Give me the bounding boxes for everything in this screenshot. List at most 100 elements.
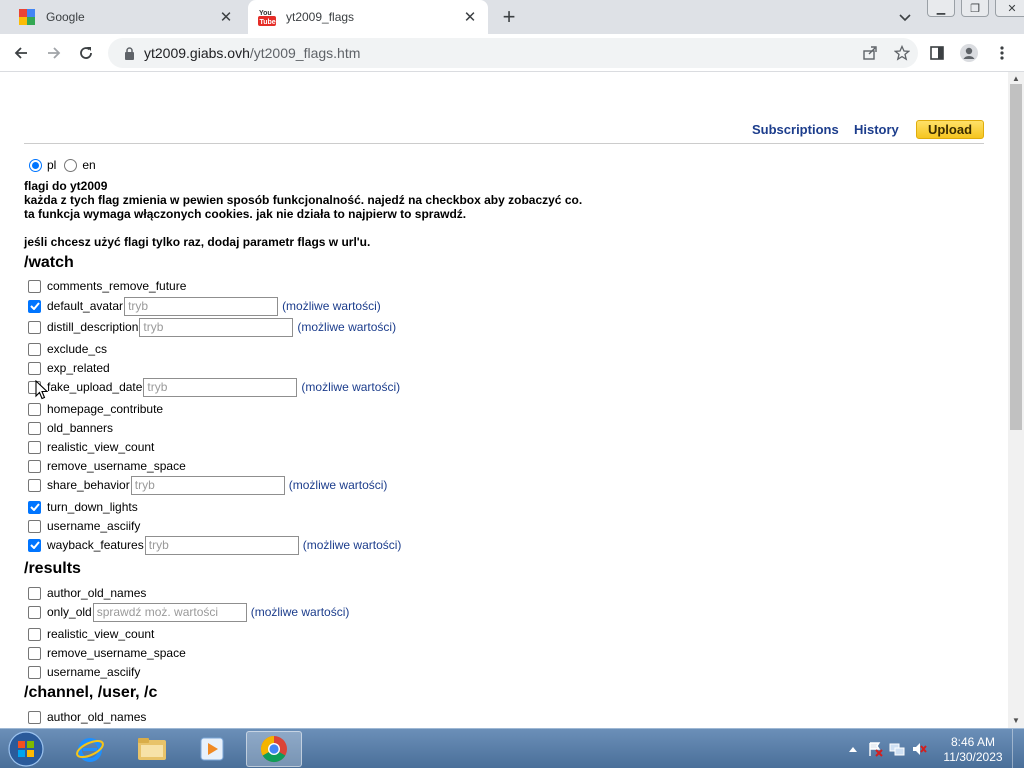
flag-checkbox[interactable] — [28, 710, 41, 724]
possible-values-link[interactable]: (możliwe wartości) — [303, 538, 402, 552]
flag-mode-input[interactable] — [143, 377, 298, 397]
taskbar-internet-explorer[interactable] — [62, 731, 118, 767]
possible-values-link[interactable]: (możliwe wartości) — [297, 320, 396, 334]
flag-checkbox[interactable] — [28, 402, 41, 416]
show-desktop-button[interactable] — [1012, 729, 1024, 768]
flag-checkbox[interactable] — [28, 361, 41, 375]
flag-checkbox[interactable] — [28, 320, 41, 334]
flag-checkbox[interactable] — [28, 421, 41, 435]
flag-checkbox[interactable] — [28, 538, 41, 552]
flag-checkbox[interactable] — [28, 342, 41, 356]
tab-search-chevron-icon[interactable] — [895, 8, 915, 28]
close-tab-icon[interactable]: ✕ — [216, 7, 236, 27]
flag-checkbox[interactable] — [28, 478, 41, 492]
scrollbar-thumb[interactable] — [1010, 84, 1022, 430]
flag-checkbox[interactable] — [28, 646, 41, 660]
flag-row: username_asciify — [28, 517, 140, 535]
section-heading-results: /results — [24, 560, 81, 577]
forward-arrow-icon[interactable] — [42, 41, 66, 65]
flag-checkbox[interactable] — [28, 299, 41, 313]
flag-label: exclude_cs — [47, 342, 108, 356]
flag-checkbox[interactable] — [28, 627, 41, 641]
action-center-flag-icon[interactable] — [864, 741, 886, 757]
flag-mode-input[interactable] — [92, 602, 247, 622]
mouse-cursor-icon — [35, 380, 49, 400]
possible-values-link[interactable]: (możliwe wartości) — [289, 478, 388, 492]
address-bar[interactable]: yt2009.giabs.ovh/yt2009_flags.htm — [108, 38, 918, 68]
possible-values-link[interactable]: (możliwe wartości) — [301, 380, 400, 394]
close-tab-icon[interactable]: ✕ — [460, 7, 480, 27]
radio-pl[interactable] — [29, 158, 42, 172]
taskbar-media-player[interactable] — [184, 731, 240, 767]
network-icon[interactable] — [886, 741, 908, 757]
upload-button[interactable]: Upload — [916, 120, 984, 139]
close-window-button[interactable]: ✕ — [995, 0, 1024, 17]
back-arrow-icon[interactable] — [9, 41, 33, 65]
flag-row: realistic_view_count — [28, 625, 154, 643]
youtube-favicon-icon: You Tube — [258, 8, 276, 26]
flag-label: fake_upload_date — [47, 380, 143, 394]
lock-icon[interactable] — [114, 46, 144, 60]
intro-text: flagi do yt2009 każda z tych flag zmieni… — [24, 179, 582, 249]
volume-muted-icon[interactable] — [908, 741, 930, 757]
subscriptions-link[interactable]: Subscriptions — [752, 122, 839, 137]
more-menu-icon[interactable] — [990, 41, 1014, 65]
flag-checkbox[interactable] — [28, 586, 41, 600]
flag-row: fake_upload_date (możliwe wartości) — [28, 377, 400, 397]
tab-strip: Google ✕ You Tube yt2009_flags ✕ + ▁ ❐ ✕ — [0, 0, 1024, 34]
taskbar-chrome[interactable] — [246, 731, 302, 767]
internet-explorer-icon — [76, 738, 104, 762]
flag-row: username_asciify — [28, 663, 140, 681]
flag-label: distill_description — [47, 320, 139, 334]
flag-row: old_banners — [28, 419, 113, 437]
possible-values-link[interactable]: (możliwe wartości) — [251, 605, 350, 619]
flag-checkbox[interactable] — [28, 500, 41, 514]
flag-checkbox[interactable] — [28, 279, 41, 293]
flag-label: realistic_view_count — [47, 440, 155, 454]
flag-mode-input[interactable] — [139, 317, 294, 337]
radio-en[interactable] — [64, 158, 78, 172]
svg-text:Tube: Tube — [260, 19, 276, 26]
new-tab-button[interactable]: + — [497, 4, 521, 29]
flag-row: remove_username_space — [28, 457, 186, 475]
page-viewport: Subscriptions History Upload pl en flagi… — [0, 72, 1008, 728]
share-icon[interactable] — [854, 45, 886, 61]
side-panel-icon[interactable] — [925, 41, 949, 65]
reload-icon[interactable] — [74, 41, 98, 65]
taskbar-file-explorer[interactable] — [124, 731, 180, 767]
profile-avatar-icon[interactable] — [957, 41, 981, 65]
scroll-up-icon[interactable]: ▲ — [1012, 74, 1020, 83]
taskbar-clock[interactable]: 8:46 AM 11/30/2023 — [940, 735, 1006, 765]
media-player-icon — [200, 737, 224, 761]
flag-mode-input[interactable] — [130, 475, 285, 495]
tab-yt2009-flags[interactable]: You Tube yt2009_flags ✕ — [248, 0, 488, 34]
flag-checkbox[interactable] — [28, 459, 41, 473]
intro-line: jeśli chcesz użyć flagi tylko raz, dodaj… — [24, 235, 371, 249]
flag-label: only_old — [47, 605, 92, 619]
system-tray — [842, 729, 930, 768]
flag-label: comments_remove_future — [47, 279, 187, 293]
top-navigation: Subscriptions History Upload — [24, 120, 984, 144]
flag-checkbox[interactable] — [28, 665, 41, 679]
windows-logo-icon — [8, 731, 44, 767]
flag-checkbox[interactable] — [28, 519, 41, 533]
scroll-down-icon[interactable]: ▼ — [1012, 716, 1020, 725]
flag-label: exp_related — [47, 361, 110, 375]
tab-google[interactable]: Google ✕ — [8, 0, 244, 34]
flag-mode-input[interactable] — [144, 535, 299, 555]
flag-checkbox[interactable] — [28, 605, 41, 619]
intro-line: ta funkcja wymaga włączonych cookies. ja… — [24, 207, 467, 221]
flag-checkbox[interactable] — [28, 440, 41, 454]
history-link[interactable]: History — [854, 122, 899, 137]
tab-title: yt2009_flags — [286, 10, 355, 24]
show-hidden-icons-icon[interactable] — [842, 746, 864, 752]
start-button[interactable] — [6, 730, 46, 768]
flag-mode-input[interactable] — [124, 296, 279, 316]
minimize-window-button[interactable]: ▁ — [927, 0, 955, 17]
flag-row: default_avatar (możliwe wartości) — [28, 296, 381, 316]
flag-row: wayback_features (możliwe wartości) — [28, 535, 402, 555]
page-scrollbar[interactable]: ▲ ▼ — [1008, 72, 1024, 728]
restore-window-button[interactable]: ❐ — [961, 0, 989, 17]
bookmark-star-icon[interactable] — [886, 45, 918, 61]
possible-values-link[interactable]: (możliwe wartości) — [282, 299, 381, 313]
